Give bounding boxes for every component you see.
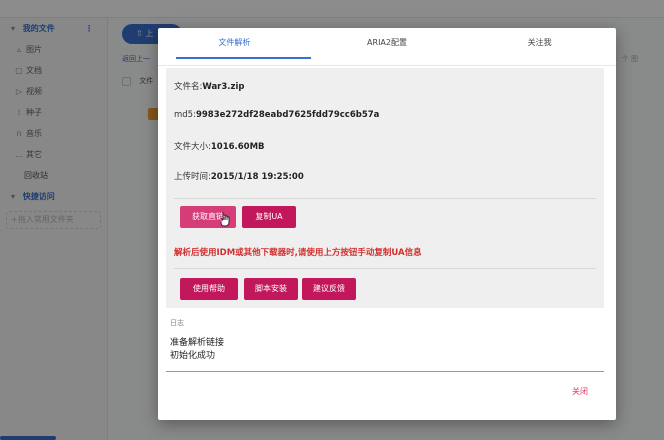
dialog-tabs: 文件解析 ARIA2配置 关注我: [158, 28, 616, 66]
log-label: 日志: [170, 319, 184, 327]
ua-hint-text: 解析后使用IDM或其他下载器时,请使用上方按钮手动复制UA信息: [174, 248, 422, 258]
divider: [174, 198, 596, 199]
log-line: 准备解析链接: [170, 338, 225, 348]
help-button[interactable]: 使用帮助: [180, 278, 238, 300]
file-info-panel: 文件名:War3.zip md5:9983e272df28eabd7625fdd…: [166, 68, 604, 308]
close-button[interactable]: 关闭: [572, 386, 588, 397]
divider: [174, 268, 596, 269]
tab-aria2-config[interactable]: ARIA2配置: [311, 28, 464, 65]
log-divider: [166, 371, 604, 372]
feedback-button[interactable]: 建议反馈: [302, 278, 356, 300]
file-md5: md5:9983e272df28eabd7625fdd79cc6b57a: [174, 110, 380, 120]
tab-file-parse[interactable]: 文件解析: [158, 28, 311, 65]
parse-dialog: 文件解析 ARIA2配置 关注我 文件名:War3.zip md5:9983e2…: [158, 28, 616, 420]
copy-ua-button[interactable]: 复制UA: [242, 206, 296, 228]
log-line: 初始化成功: [170, 351, 216, 361]
upload-time: 上传时间:2015/1/18 19:25:00: [174, 172, 304, 182]
tab-follow-me[interactable]: 关注我: [463, 28, 616, 65]
hand-cursor-icon: [220, 212, 230, 227]
script-install-button[interactable]: 脚本安装: [244, 278, 298, 300]
file-size: 文件大小:1016.60MB: [174, 142, 265, 152]
file-name: 文件名:War3.zip: [174, 82, 245, 92]
